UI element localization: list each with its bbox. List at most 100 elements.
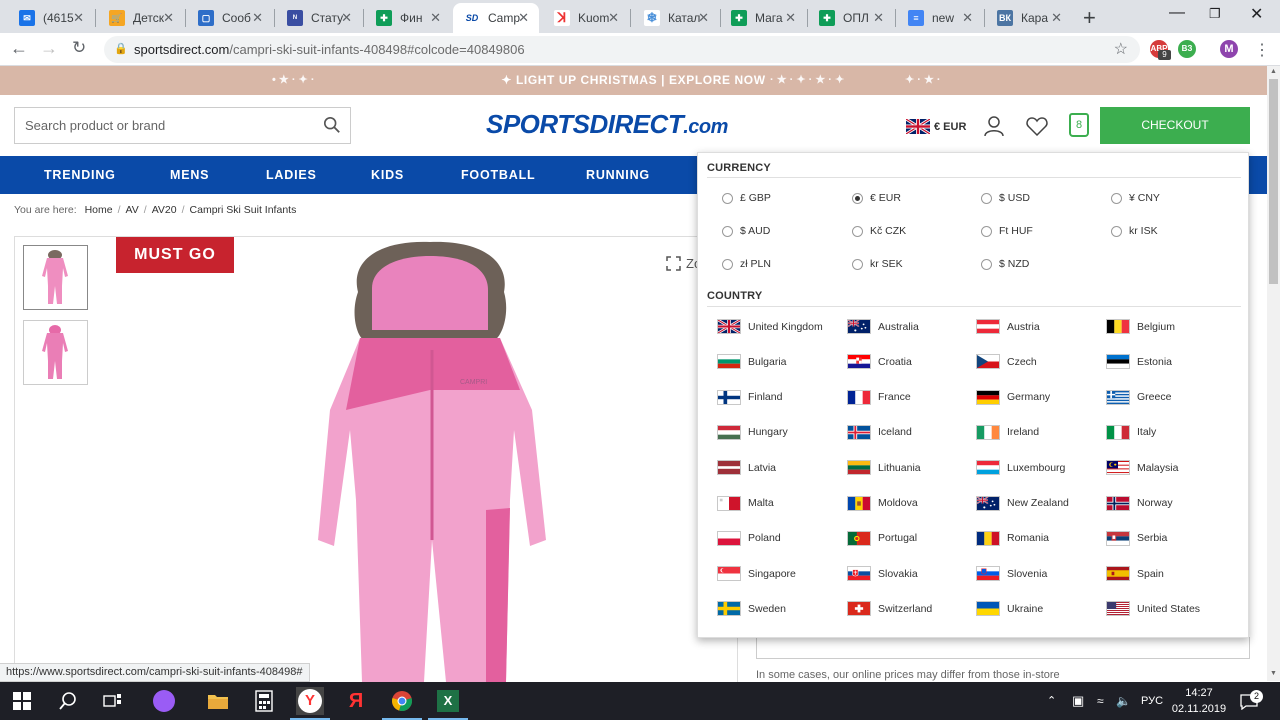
country-option[interactable]: Slovenia [976,566,1047,582]
country-option[interactable]: Serbia [1106,530,1167,546]
currency-option[interactable]: kr SEK [852,258,903,270]
taskbar-clock[interactable]: 14:27 02.11.2019 [1168,685,1230,717]
browser-tab[interactable]: 🛒 Детск ✕ [98,3,184,33]
close-icon[interactable]: ✕ [608,10,619,26]
reload-icon[interactable]: ↻ [72,38,86,58]
close-icon[interactable]: ✕ [163,10,174,26]
radio-button[interactable] [852,192,863,204]
radio-button[interactable] [1111,192,1122,204]
scroll-up-icon[interactable]: ▲ [1270,68,1277,75]
close-icon[interactable]: ✕ [962,10,973,26]
close-icon[interactable]: ✕ [1051,10,1062,26]
close-icon[interactable]: ✕ [430,10,441,26]
alice-assistant-icon[interactable] [150,687,178,715]
country-option[interactable]: Norway [1106,495,1173,511]
country-option[interactable]: Romania [976,530,1049,546]
language-indicator[interactable]: РУС [1141,682,1163,720]
product-thumbnail[interactable] [23,245,88,310]
country-option[interactable]: Belgium [1106,319,1175,334]
country-option[interactable]: Switzerland [847,601,932,617]
browser-tab[interactable]: ✚ Мага ✕ [720,3,806,33]
country-option[interactable]: Iceland [847,424,912,440]
country-option[interactable]: Malta [717,495,774,511]
browser-tab[interactable]: ▢ Сооб ✕ [187,3,273,33]
nav-item-mens[interactable]: MENS [170,156,209,194]
nav-item-trending[interactable]: TRENDING [44,156,116,194]
page-scrollbar[interactable]: ▲ ▼ [1267,66,1280,681]
bookmark-star-icon[interactable]: ☆ [1114,36,1128,63]
country-option[interactable]: Singapore [717,566,796,582]
currency-option[interactable]: Kč CZK [852,225,906,237]
notifications-icon[interactable]: 2 [1240,682,1263,720]
volume-icon[interactable]: 🔈 [1116,682,1131,720]
scroll-down-icon[interactable]: ▼ [1270,670,1277,677]
search-icon[interactable] [323,116,341,134]
currency-option[interactable]: Ft HUF [981,225,1033,237]
country-option[interactable]: Moldova [847,495,918,511]
nav-item-ladies[interactable]: LADIES [266,156,317,194]
radio-button[interactable] [1111,225,1122,237]
back-arrow-icon[interactable]: ← [10,38,28,59]
currency-option[interactable]: £ GBP [722,192,771,204]
currency-option[interactable]: € EUR [852,192,901,204]
country-option[interactable]: Italy [1106,424,1156,440]
country-option[interactable]: Luxembourg [976,460,1065,476]
country-option[interactable]: United States [1106,601,1200,617]
radio-button[interactable] [722,258,733,270]
browser-tab[interactable]: ≡ new ✕ [897,3,983,33]
chrome-menu-icon[interactable]: ⋮ [1254,40,1270,60]
yandex-browser-icon[interactable]: Y [290,687,330,720]
country-option[interactable]: Australia [847,319,919,334]
browser-tab[interactable]: ᴺ Стату ✕ [276,3,362,33]
new-tab-button[interactable]: + [1083,5,1096,31]
search-input[interactable]: Search product or brand [14,107,351,144]
chrome-icon[interactable] [382,687,422,720]
country-option[interactable]: Latvia [717,460,776,476]
radio-button[interactable] [722,225,733,237]
checkout-button[interactable]: CHECKOUT [1100,107,1250,144]
wifi-icon[interactable]: ≈ [1097,682,1104,720]
browser-tab[interactable]: ✉ (4615 ✕ [8,3,94,33]
nav-item-kids[interactable]: KIDS [371,156,404,194]
nav-item-football[interactable]: FOOTBALL [461,156,535,194]
country-option[interactable]: Hungary [717,424,788,440]
forward-arrow-icon[interactable]: → [40,38,58,59]
country-option[interactable]: Germany [976,389,1050,405]
search-icon[interactable] [54,687,82,715]
country-option[interactable]: Finland [717,389,782,405]
country-option[interactable]: Slovakia [847,566,918,582]
country-option[interactable]: Poland [717,530,781,546]
country-option[interactable]: Ireland [976,424,1039,440]
address-bar[interactable]: 🔒 sportsdirect.com/campri-ski-suit-infan… [104,36,1140,63]
browser-tab[interactable]: ❄ Катал ✕ [633,3,719,33]
breadcrumb-item-home[interactable]: Home [85,204,113,216]
country-option[interactable]: France [847,389,911,405]
zoom-button[interactable]: Zo [666,256,701,271]
profile-avatar[interactable]: M [1220,40,1238,58]
currency-option[interactable]: ¥ CNY [1111,192,1160,204]
file-explorer-icon[interactable] [204,687,232,715]
country-option[interactable]: New Zealand [976,495,1069,511]
radio-button[interactable] [981,225,992,237]
browser-tab[interactable]: ВК Кара ✕ [986,3,1072,33]
nav-item-running[interactable]: RUNNING [586,156,650,194]
country-option[interactable]: Spain [1106,566,1164,582]
currency-option[interactable]: $ USD [981,192,1030,204]
shopping-bag-icon[interactable]: 8 [1069,113,1089,137]
country-option[interactable]: Czech [976,354,1037,370]
country-option[interactable]: Estonia [1106,354,1172,370]
currency-selector-button[interactable]: € EUR [906,119,966,134]
breadcrumb-item-av[interactable]: AV [126,204,139,216]
yandex-icon[interactable]: Я [342,687,370,715]
browser-tab[interactable]: ꓘ Kuom ✕ [543,3,629,33]
country-option[interactable]: Portugal [847,530,917,546]
country-option[interactable]: United Kingdom [717,319,823,334]
country-option[interactable]: Sweden [717,601,786,617]
radio-button[interactable] [981,258,992,270]
country-option[interactable]: Malaysia [1106,460,1178,476]
product-thumbnail[interactable] [23,320,88,385]
account-icon[interactable] [984,115,1004,137]
country-option[interactable]: Bulgaria [717,354,787,370]
radio-button[interactable] [722,192,733,204]
close-icon[interactable]: ✕ [785,10,796,26]
